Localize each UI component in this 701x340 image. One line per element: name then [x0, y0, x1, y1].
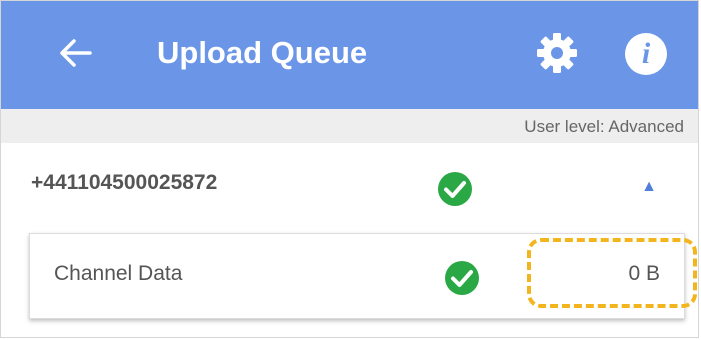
check-circle-icon — [438, 172, 472, 206]
channel-item[interactable]: Channel Data 0 B — [29, 233, 685, 319]
check-circle-icon — [445, 261, 479, 295]
user-level-bar: User level: Advanced — [1, 109, 698, 143]
screen: Upload Queue i User level: Advanced +441… — [0, 0, 699, 338]
arrow-left-icon — [60, 39, 92, 67]
user-level-label: User level: Advanced — [524, 117, 684, 136]
back-button[interactable] — [53, 31, 97, 75]
channel-name: Channel Data — [54, 262, 183, 285]
device-row[interactable]: +441104500025872 ▲ — [1, 143, 698, 231]
channel-size: 0 B — [628, 262, 660, 285]
collapse-button[interactable]: ▲ — [631, 171, 667, 203]
settings-button[interactable] — [533, 29, 581, 77]
triangle-up-icon: ▲ — [641, 178, 657, 195]
info-button[interactable]: i — [623, 31, 669, 77]
gear-icon — [537, 33, 577, 73]
device-id: +441104500025872 — [31, 171, 218, 194]
info-icon: i — [625, 33, 667, 75]
page-title: Upload Queue — [157, 35, 368, 70]
app-bar: Upload Queue i — [1, 1, 698, 109]
